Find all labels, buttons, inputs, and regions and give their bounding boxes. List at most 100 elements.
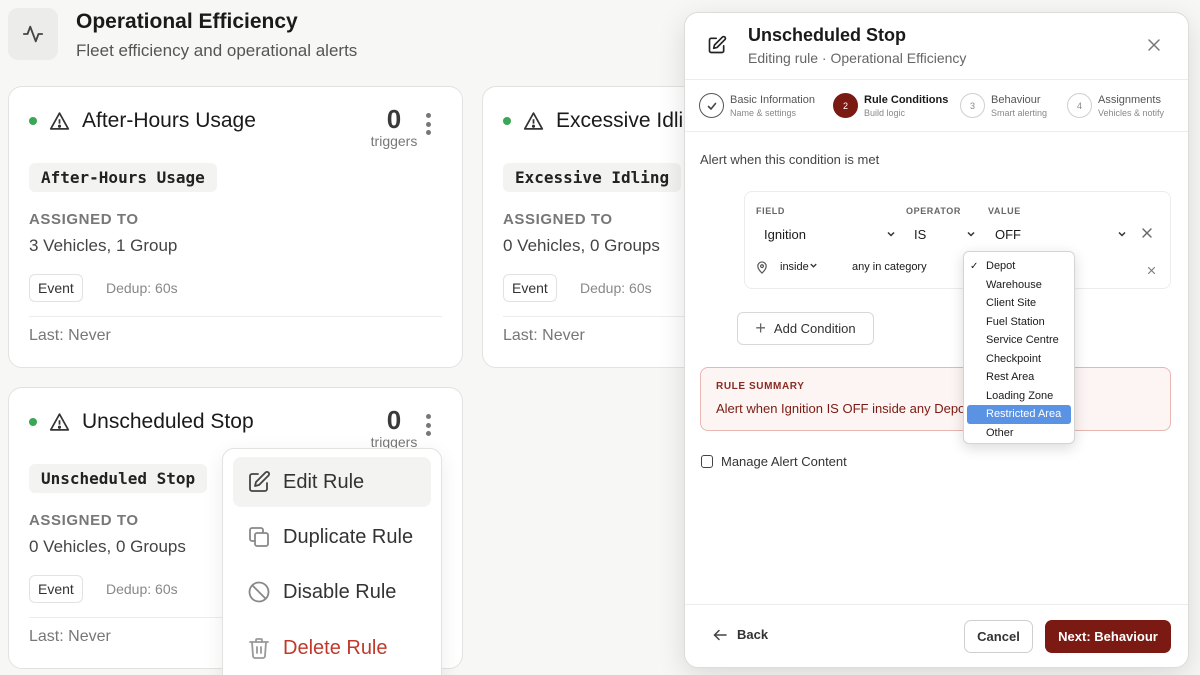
page-subtitle: Fleet efficiency and operational alerts (76, 41, 358, 60)
divider (685, 79, 1188, 80)
check-icon (699, 93, 724, 118)
back-button[interactable]: Back (713, 627, 768, 642)
rule-card-after-hours[interactable]: After-Hours Usage 0 triggers After-Hours… (8, 86, 463, 368)
kebab-menu-icon[interactable] (418, 109, 438, 139)
dropdown-option[interactable]: Checkpoint (967, 350, 1071, 369)
location-scope-select[interactable]: any in category (852, 257, 964, 277)
menu-label: Edit Rule (283, 470, 365, 493)
add-condition-button[interactable]: + Add Condition (737, 312, 874, 345)
operator-select[interactable]: IS (914, 221, 976, 247)
alert-condition-label: Alert when this condition is met (700, 152, 880, 167)
value-label: VALUE (988, 206, 1021, 216)
chevron-down-icon (966, 227, 976, 242)
step-subtitle: Name & settings (730, 108, 797, 118)
checkbox[interactable] (701, 455, 713, 468)
step-title: Behaviour (991, 94, 1041, 106)
rule-code-chip: After-Hours Usage (29, 163, 217, 192)
step-subtitle: Smart alerting (991, 108, 1048, 118)
dropdown-option[interactable]: Rest Area (967, 368, 1071, 387)
assigned-label: ASSIGNED TO (29, 512, 139, 529)
assigned-label: ASSIGNED TO (503, 211, 613, 228)
chevron-down-icon (1117, 227, 1127, 242)
location-mode-value: inside (780, 261, 809, 273)
dropdown-option[interactable]: Loading Zone (967, 387, 1071, 406)
menu-label: Delete Rule (283, 636, 388, 659)
menu-disable-rule[interactable]: Disable Rule (233, 567, 431, 617)
copy-icon (249, 527, 269, 547)
trash-icon (249, 638, 269, 659)
step-behaviour[interactable]: 3 Behaviour Smart alerting (960, 93, 1047, 120)
dropdown-option[interactable]: ✓ Depot (967, 257, 1071, 276)
step-title: Basic Information (730, 94, 815, 106)
menu-edit-rule[interactable]: Edit Rule (233, 457, 431, 507)
remove-condition-icon[interactable] (1141, 226, 1153, 244)
last-triggered: Last: Never (29, 327, 111, 344)
remove-location-icon[interactable] (1147, 262, 1156, 280)
dropdown-option[interactable]: Service Centre (967, 331, 1071, 350)
dropdown-option[interactable]: Warehouse (967, 276, 1071, 295)
card-title: Unscheduled Stop (82, 410, 254, 433)
modal-title: Unscheduled Stop (748, 25, 907, 45)
warning-icon (49, 111, 70, 131)
check-icon: ✓ (970, 260, 979, 272)
edit-icon (249, 471, 270, 492)
step-basic-information[interactable]: Basic Information Name & settings (699, 93, 815, 120)
step-number: 2 (833, 93, 858, 118)
operator-label: OPERATOR (906, 206, 961, 216)
field-value: Ignition (764, 226, 806, 242)
step-rule-conditions[interactable]: 2 Rule Conditions Build logic (833, 93, 948, 120)
menu-label: Disable Rule (283, 580, 397, 603)
next-behaviour-button[interactable]: Next: Behaviour (1045, 620, 1171, 653)
operator-value: IS (914, 226, 927, 242)
back-label: Back (737, 627, 769, 642)
ban-icon (248, 581, 270, 603)
cancel-button[interactable]: Cancel (964, 620, 1033, 653)
type-chip: Event (503, 274, 557, 302)
warning-icon (49, 412, 70, 432)
value-select[interactable]: OFF (995, 221, 1127, 247)
manage-alert-content-toggle[interactable]: Manage Alert Content (701, 454, 847, 469)
location-mode-select[interactable]: inside (780, 257, 838, 277)
modal-subtitle: Editing rule · Operational Efficiency (748, 50, 967, 66)
dropdown-option[interactable]: Fuel Station (967, 313, 1071, 332)
status-dot (29, 418, 37, 426)
dropdown-option-highlighted[interactable]: Restricted Area (967, 405, 1071, 424)
rule-context-menu: Edit Rule Duplicate Rule Disable Rule De… (222, 448, 442, 675)
activity-icon (8, 8, 58, 60)
rule-code-chip: Excessive Idling (503, 163, 682, 192)
manage-alert-label: Manage Alert Content (721, 454, 847, 469)
assigned-value: 0 Vehicles, 0 Groups (29, 537, 186, 556)
arrow-left-icon (713, 629, 727, 640)
status-dot (29, 117, 37, 125)
edit-icon (707, 35, 727, 60)
menu-label: Duplicate Rule (283, 525, 414, 548)
dedup-text: Dedup: 60s (580, 280, 652, 296)
step-subtitle: Build logic (864, 108, 906, 118)
card-divider (29, 316, 442, 317)
step-number: 4 (1067, 93, 1092, 118)
dropdown-option[interactable]: Client Site (967, 294, 1071, 313)
dedup-text: Dedup: 60s (106, 280, 178, 296)
last-triggered: Last: Never (29, 628, 111, 645)
location-scope-value: any in category (852, 261, 927, 273)
assigned-label: ASSIGNED TO (29, 211, 139, 228)
add-condition-label: Add Condition (773, 321, 856, 336)
warning-icon (523, 111, 544, 131)
chevron-down-icon (809, 261, 818, 273)
field-label: FIELD (756, 206, 785, 216)
menu-duplicate-rule[interactable]: Duplicate Rule (233, 512, 431, 562)
category-dropdown: ✓ Depot Warehouse Client Site Fuel Statio… (963, 251, 1075, 444)
card-title: After-Hours Usage (82, 109, 256, 132)
dropdown-option[interactable]: Other (967, 424, 1071, 443)
summary-label: RULE SUMMARY (716, 381, 805, 392)
step-assignments[interactable]: 4 Assignments Vehicles & notify (1067, 93, 1164, 120)
step-title: Assignments (1098, 94, 1161, 106)
divider (685, 131, 1188, 132)
kebab-menu-icon[interactable] (418, 410, 438, 440)
close-icon[interactable] (1146, 37, 1162, 58)
field-select[interactable]: Ignition (764, 221, 896, 247)
summary-text: Alert when Ignition IS OFF inside any De… (716, 401, 966, 416)
menu-delete-rule[interactable]: Delete Rule (233, 623, 431, 673)
assigned-value: 3 Vehicles, 1 Group (29, 236, 178, 255)
page-title: Operational Efficiency (76, 10, 298, 33)
